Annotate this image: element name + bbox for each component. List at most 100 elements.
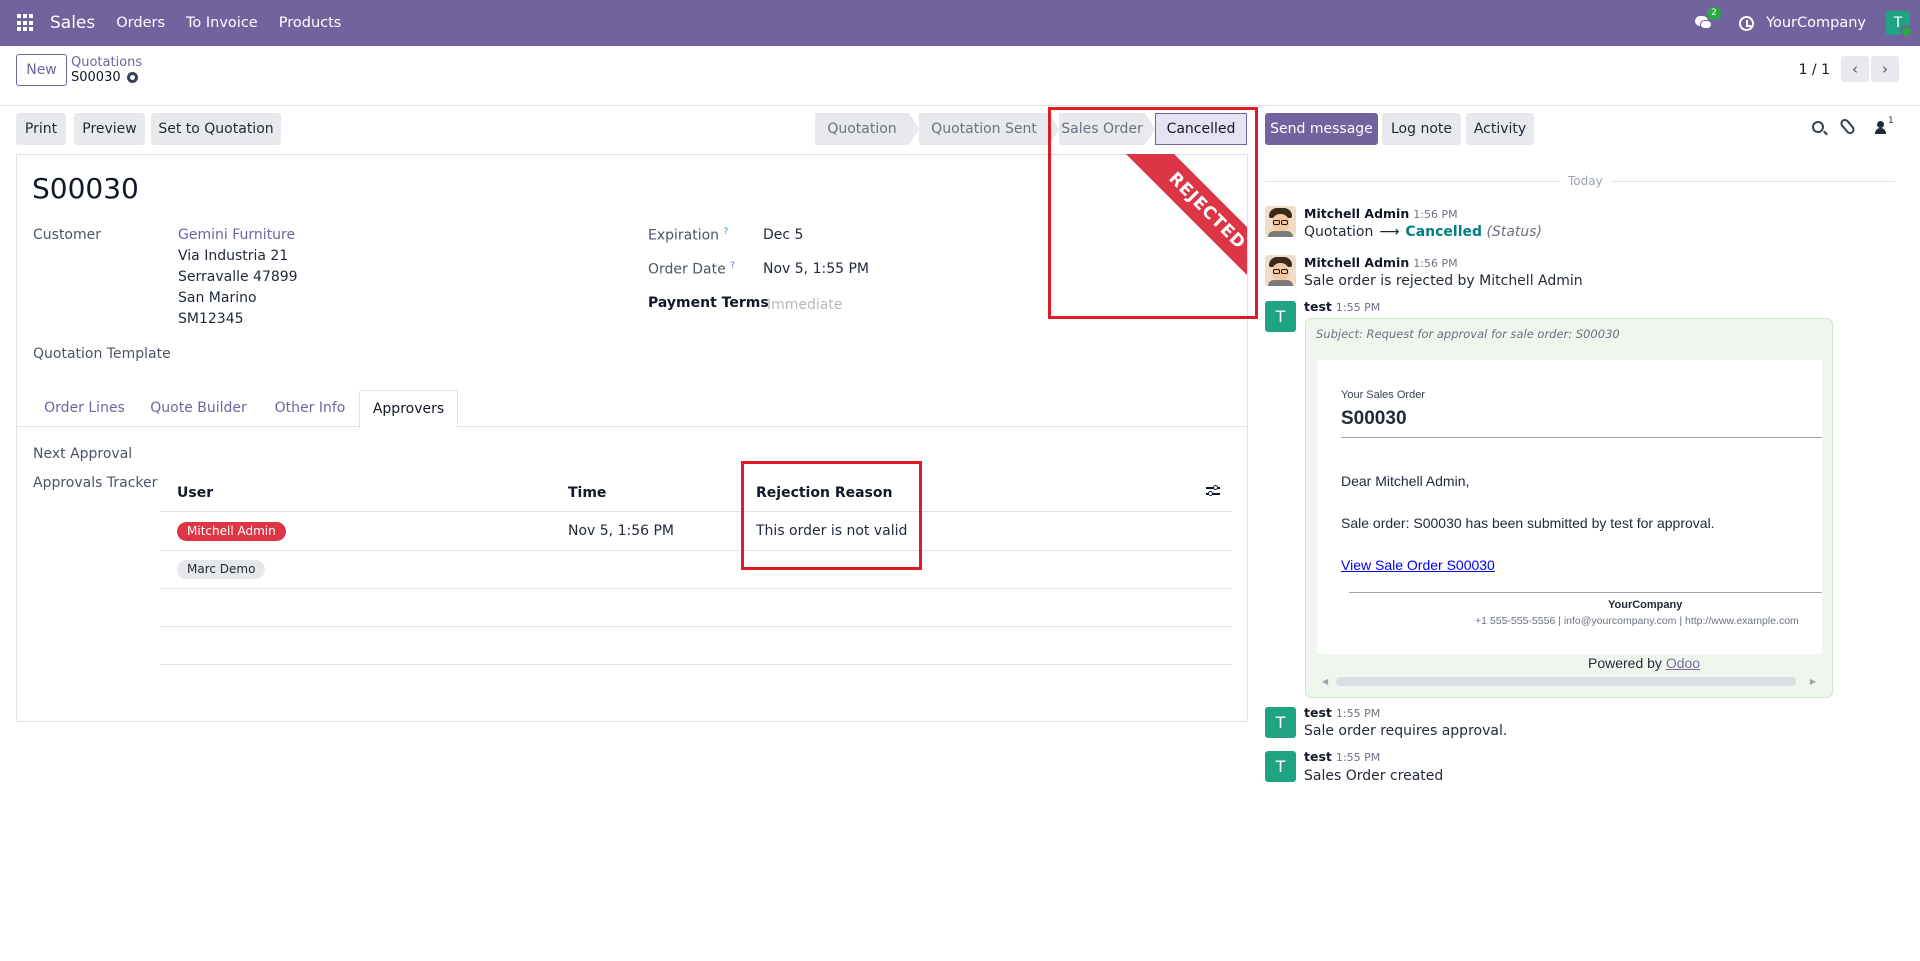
message-time: 1:55 PM	[1335, 751, 1381, 764]
pager-previous-button[interactable]: ‹	[1841, 56, 1869, 82]
approvals-tracker-label: Approvals Tracker	[33, 475, 158, 491]
company-switcher[interactable]: YourCompany	[1766, 15, 1866, 31]
quotation-template-label: Quotation Template	[33, 346, 171, 362]
address-line: San Marino	[178, 290, 257, 306]
activity-clock-icon[interactable]	[1739, 15, 1755, 31]
email-order-number: S00030	[1341, 408, 1407, 429]
odoo-link[interactable]: Odoo	[1666, 655, 1700, 671]
search-icon[interactable]	[1812, 121, 1824, 133]
optional-columns-icon[interactable]	[1206, 484, 1220, 498]
log-note-button[interactable]: Log note	[1382, 113, 1461, 145]
new-button[interactable]: New	[16, 54, 67, 86]
horizontal-scrollbar[interactable]: ◀ ▶	[1322, 677, 1816, 686]
followers-count: 1	[1888, 116, 1894, 126]
tab-approvers[interactable]: Approvers	[359, 390, 458, 428]
arrow-right-icon: ⟶	[1379, 224, 1400, 240]
table-row[interactable]: Marc Demo	[160, 551, 1232, 589]
scroll-right-icon[interactable]: ▶	[1810, 677, 1816, 686]
email-divider	[1341, 437, 1822, 438]
email-divider	[1349, 592, 1822, 593]
tracking-value: Quotation ⟶ Cancelled (Status)	[1304, 224, 1542, 240]
message-body: Sales Order created	[1304, 768, 1444, 784]
activity-button[interactable]: Activity	[1466, 113, 1534, 145]
powered-by: Powered by Odoo	[1588, 655, 1700, 671]
help-icon[interactable]: ?	[730, 261, 735, 271]
followers-icon[interactable]	[1874, 119, 1888, 135]
powered-by-text: Powered by	[1588, 655, 1662, 671]
avatar-letter: T	[1275, 713, 1286, 732]
email-heading-small: Your Sales Order	[1341, 389, 1425, 401]
message-author[interactable]: Mitchell Admin 1:56 PM	[1304, 206, 1458, 221]
preview-button[interactable]: Preview	[74, 113, 145, 145]
nav-to-invoice[interactable]: To Invoice	[186, 15, 258, 31]
send-message-button[interactable]: Send message	[1265, 113, 1378, 145]
user-avatar-letter: T	[1893, 15, 1903, 31]
tab-order-lines[interactable]: Order Lines	[32, 390, 137, 427]
user-tag: Marc Demo	[177, 560, 266, 579]
email-subject: Subject: Request for approval for sale o…	[1316, 327, 1620, 341]
breadcrumb-quotations[interactable]: Quotations	[71, 55, 142, 70]
avatar[interactable]	[1265, 255, 1296, 286]
payment-terms-label: Payment Terms	[648, 295, 769, 311]
address-line: SM12345	[178, 311, 244, 327]
avatar[interactable]: T	[1265, 301, 1296, 332]
email-text: Sale order: S00030 has been submitted by…	[1341, 515, 1715, 531]
email-greeting: Dear Mitchell Admin,	[1341, 473, 1470, 489]
expiration-value[interactable]: Dec 5	[763, 227, 803, 243]
customer-label: Customer	[33, 227, 102, 243]
set-to-quotation-button[interactable]: Set to Quotation	[151, 113, 281, 145]
avatar[interactable]: T	[1265, 751, 1296, 782]
help-icon[interactable]: ?	[724, 227, 729, 237]
view-sale-order-link[interactable]: View Sale Order S00030	[1341, 557, 1495, 573]
pager-next-button[interactable]: ›	[1871, 56, 1899, 82]
tab-other-info[interactable]: Other Info	[260, 390, 360, 427]
order-date-label-text: Order Date	[648, 261, 726, 278]
approvers-table-header: User Time Rejection Reason	[160, 476, 1232, 512]
avatar[interactable]: T	[1265, 707, 1296, 738]
column-user[interactable]: User	[177, 485, 213, 501]
print-button[interactable]: Print	[16, 113, 66, 145]
nav-products[interactable]: Products	[279, 15, 342, 31]
message-author[interactable]: Mitchell Admin 1:56 PM	[1304, 255, 1458, 270]
apps-menu-icon[interactable]	[17, 14, 35, 32]
messaging-icon[interactable]: 2	[1695, 7, 1721, 31]
tracking-new-value: Cancelled	[1405, 224, 1483, 240]
control-panel: New Quotations S00030 1 / 1 ‹ ›	[0, 46, 1920, 106]
email-body-card	[1317, 360, 1822, 654]
gear-icon[interactable]	[126, 72, 138, 83]
payment-terms-field[interactable]: Immediate	[767, 297, 842, 313]
author-name: test	[1304, 749, 1332, 764]
record-title: S00030	[32, 172, 139, 205]
stage-quotation-sent[interactable]: Quotation Sent	[919, 113, 1049, 145]
column-time[interactable]: Time	[568, 485, 606, 501]
scroll-left-icon[interactable]: ◀	[1322, 677, 1328, 686]
customer-link[interactable]: Gemini Furniture	[178, 227, 295, 243]
nav-orders[interactable]: Orders	[116, 15, 165, 31]
message-author[interactable]: test 1:55 PM	[1304, 749, 1380, 764]
avatar[interactable]	[1265, 206, 1296, 237]
stage-separator	[909, 113, 919, 145]
author-name: Mitchell Admin	[1304, 206, 1410, 221]
message-author[interactable]: test 1:55 PM	[1304, 705, 1380, 720]
message-author[interactable]: test 1:55 PM	[1304, 299, 1380, 314]
user-tag-rejected: Mitchell Admin	[177, 522, 286, 541]
avatar-letter: T	[1275, 757, 1286, 776]
next-approval-label: Next Approval	[33, 446, 133, 462]
highlight-box-status	[1048, 107, 1258, 319]
message-body: Sale order requires approval.	[1304, 723, 1508, 739]
table-row[interactable]: Mitchell Admin Nov 5, 1:56 PM This order…	[160, 513, 1232, 551]
order-date-value[interactable]: Nov 5, 1:55 PM	[763, 261, 869, 277]
pager-value[interactable]: 1 / 1	[1799, 62, 1830, 78]
scrollbar-thumb[interactable]	[1336, 677, 1796, 686]
chevron-right-icon: ›	[1882, 60, 1888, 78]
breadcrumb-current-label: S00030	[71, 70, 121, 85]
table-row-empty	[160, 589, 1232, 627]
paperclip-icon[interactable]	[1838, 117, 1857, 136]
tab-quote-builder[interactable]: Quote Builder	[137, 390, 260, 427]
message-time: 1:56 PM	[1413, 257, 1458, 270]
app-brand[interactable]: Sales	[50, 13, 95, 33]
top-navbar: Sales Orders To Invoice Products 2 YourC…	[0, 0, 1920, 46]
user-avatar[interactable]: T	[1886, 11, 1913, 38]
stage-quotation[interactable]: Quotation	[815, 113, 909, 145]
messaging-badge: 2	[1707, 7, 1721, 20]
